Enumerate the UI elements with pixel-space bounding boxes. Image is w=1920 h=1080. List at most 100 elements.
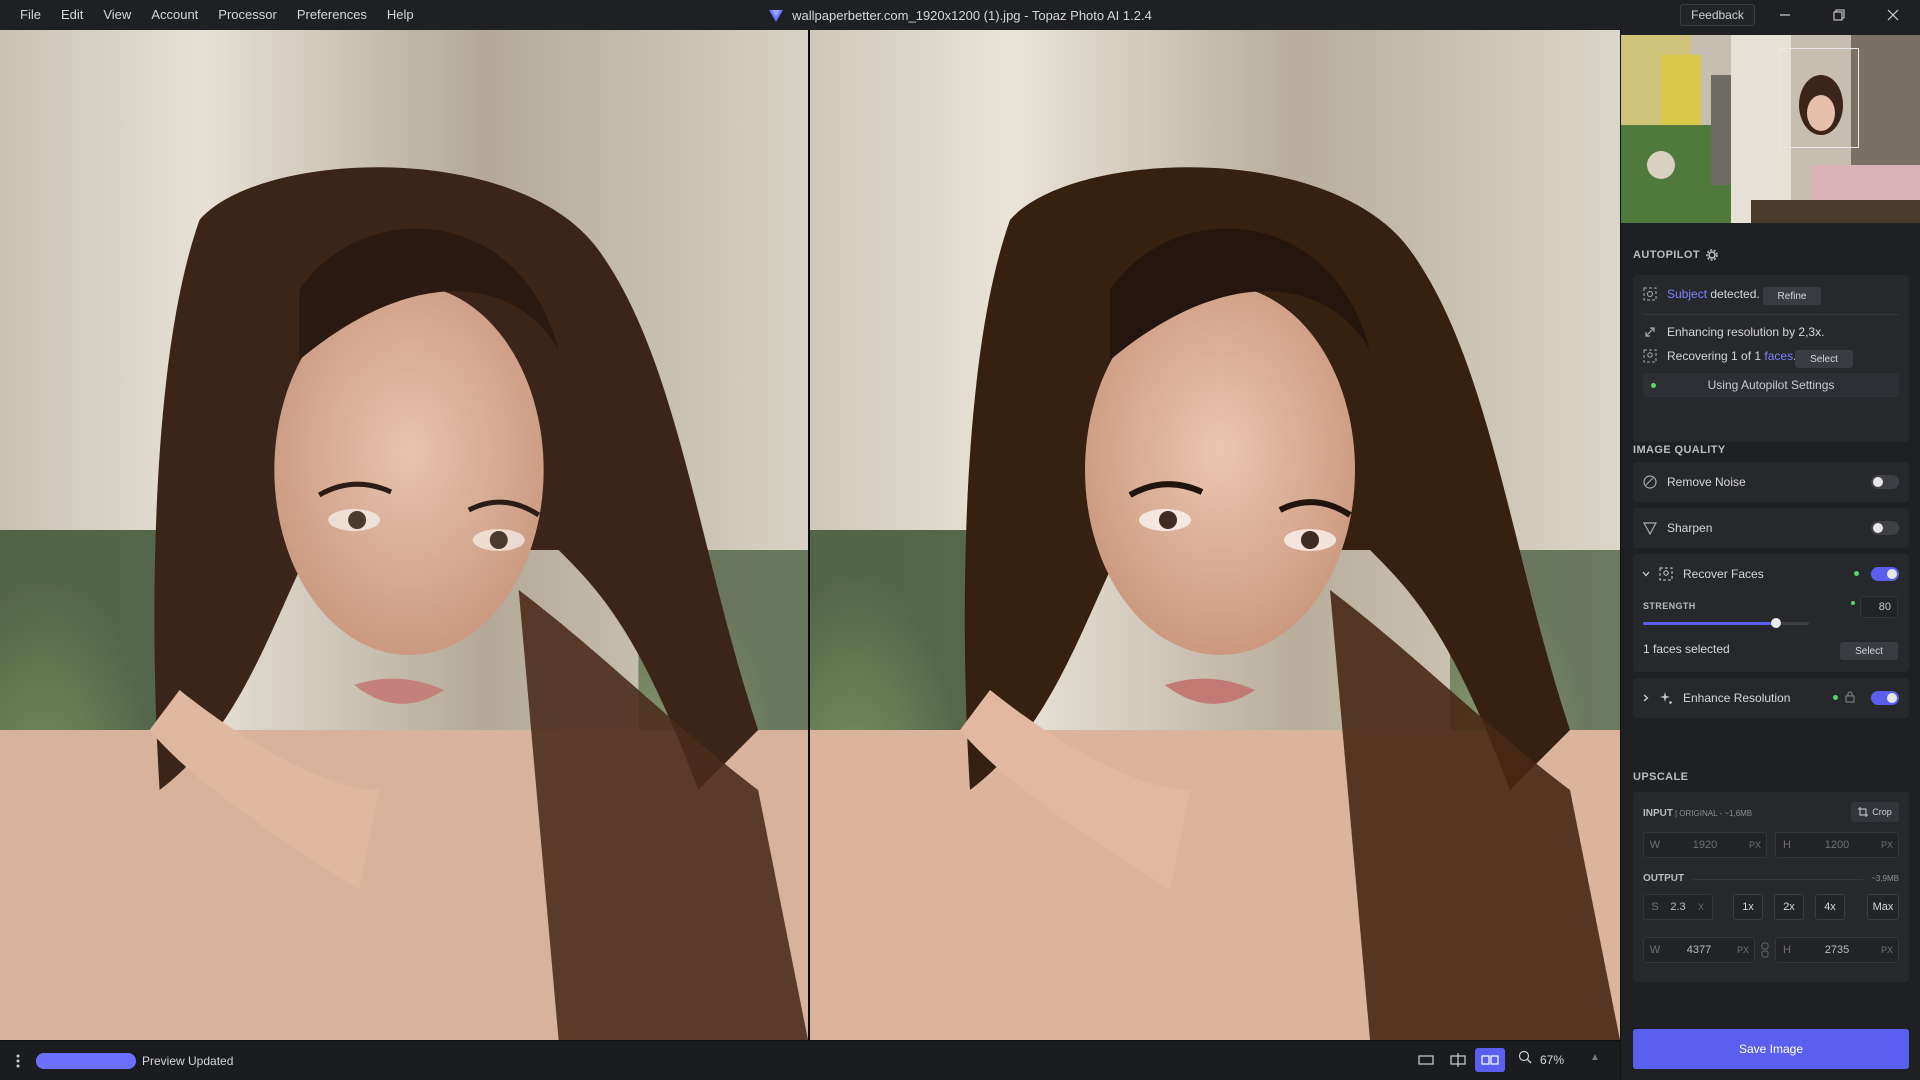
strength-slider-track[interactable] <box>1643 618 1809 628</box>
menu-preferences[interactable]: Preferences <box>287 0 377 30</box>
autopilot-title: AUTOPILOT <box>1633 249 1700 261</box>
strength-value-input[interactable]: 80 <box>1860 596 1898 618</box>
navigator-thumbnail[interactable] <box>1621 35 1920 223</box>
sharpen-toggle[interactable] <box>1871 521 1899 535</box>
subject-icon <box>1643 287 1657 301</box>
recover-faces-toggle[interactable] <box>1871 567 1899 581</box>
enhance-resolution-card[interactable]: Enhance Resolution <box>1633 678 1909 718</box>
faces-selected-row: 1 faces selected <box>1643 640 1730 658</box>
recover-faces-card: Recover Faces STRENGTH 80 1 faces select… <box>1633 554 1909 672</box>
lock-icon[interactable] <box>1845 691 1855 706</box>
recovering-text: Recovering 1 of 1 <box>1667 349 1765 363</box>
zoom-icon[interactable] <box>1518 1050 1532 1067</box>
input-width-field: W 1920 PX <box>1643 832 1767 858</box>
output-width-field[interactable]: W 4377 PX <box>1643 937 1755 963</box>
remove-noise-row: Remove Noise <box>1643 473 1746 491</box>
settings-panel: AUTOPILOT Subject detected. Refine Enhan… <box>1620 30 1920 1080</box>
autopilot-settings-row[interactable]: Using Autopilot Settings <box>1643 373 1899 397</box>
portrait-image-enhanced <box>810 30 1620 1040</box>
output-width-value: 4377 <box>1686 944 1712 956</box>
sharpen-card[interactable]: Sharpen <box>1633 508 1909 548</box>
menu-edit[interactable]: Edit <box>51 0 93 30</box>
single-view-icon[interactable] <box>1411 1048 1441 1072</box>
sharpen-icon <box>1643 521 1657 535</box>
compare-view[interactable] <box>0 30 1620 1040</box>
scale-max-button[interactable]: Max <box>1867 894 1899 920</box>
scale-label: S <box>1651 901 1659 913</box>
output-label: OUTPUT <box>1643 873 1685 884</box>
status-text: Preview Updated <box>142 1053 234 1068</box>
px-unit: PX <box>1736 945 1749 955</box>
remove-noise-card[interactable]: Remove Noise <box>1633 462 1909 502</box>
menu-bar: File Edit View Account Processor Prefere… <box>0 0 424 30</box>
restore-icon[interactable] <box>1812 0 1866 30</box>
output-height-value: 2735 <box>1824 944 1850 956</box>
px-unit: PX <box>1880 945 1893 955</box>
width-label: W <box>1649 944 1661 956</box>
menu-view[interactable]: View <box>93 0 141 30</box>
enhance-resolution-toggle[interactable] <box>1871 691 1899 705</box>
remove-noise-toggle[interactable] <box>1871 475 1899 489</box>
autopilot-header: AUTOPILOT <box>1633 249 1718 261</box>
gear-icon[interactable] <box>1706 249 1718 261</box>
autopilot-settings-label: Using Autopilot Settings <box>1707 378 1835 392</box>
recovering-row: Recovering 1 of 1 faces. <box>1643 347 1796 365</box>
menu-help[interactable]: Help <box>377 0 424 30</box>
save-image-button[interactable]: Save Image <box>1633 1029 1909 1069</box>
px-unit: PX <box>1880 840 1893 850</box>
height-label: H <box>1783 944 1791 956</box>
face-recovery-icon <box>1659 567 1673 581</box>
menu-account[interactable]: Account <box>141 0 208 30</box>
crop-label: Crop <box>1872 807 1892 817</box>
recover-faces-label: Recover Faces <box>1683 567 1764 581</box>
subject-link[interactable]: Subject <box>1667 287 1707 301</box>
strength-slider-fill <box>1643 622 1776 625</box>
enhanced-preview[interactable] <box>810 30 1620 1040</box>
scale-field[interactable]: S 2.3 X <box>1643 894 1713 920</box>
close-icon[interactable] <box>1866 0 1920 30</box>
crop-button[interactable]: Crop <box>1851 802 1899 822</box>
zoom-level[interactable]: 67% <box>1540 1053 1564 1067</box>
zoom-caret-icon[interactable]: ▲ <box>1590 1052 1600 1063</box>
strength-slider-handle[interactable] <box>1770 618 1781 628</box>
scale-4x-button[interactable]: 4x <box>1815 894 1845 920</box>
output-height-field[interactable]: H 2735 PX <box>1775 937 1899 963</box>
sparkle-icon <box>1659 691 1673 705</box>
active-dot <box>1854 571 1859 576</box>
sharpen-label: Sharpen <box>1667 521 1713 535</box>
output-size: ~3,9MB <box>1871 874 1899 883</box>
menu-processor[interactable]: Processor <box>208 0 287 30</box>
chevron-right-icon[interactable] <box>1641 693 1651 703</box>
navigator-viewport-box[interactable] <box>1779 48 1859 148</box>
menu-file[interactable]: File <box>10 0 51 30</box>
side-by-side-view-icon[interactable] <box>1475 1048 1505 1072</box>
faces-link[interactable]: faces <box>1764 349 1793 363</box>
px-unit: PX <box>1748 840 1761 850</box>
input-width-value: 1920 <box>1692 839 1718 851</box>
subject-detected-text: detected. <box>1707 287 1760 301</box>
link-aspect-icon[interactable] <box>1760 942 1770 961</box>
scale-1x-button[interactable]: 1x <box>1733 894 1763 920</box>
bottom-bar: Preview Updated <box>0 1040 1620 1080</box>
more-options-icon[interactable] <box>0 1041 36 1080</box>
enhancing-row: Enhancing resolution by 2,3x. <box>1643 323 1824 341</box>
feedback-button[interactable]: Feedback <box>1680 4 1755 26</box>
upscale-card: INPUT | ORIGINAL - ~1,6MB Crop W 1920 PX H… <box>1633 792 1909 982</box>
divider <box>1643 314 1899 315</box>
original-preview[interactable] <box>0 30 810 1040</box>
subject-row: Subject detected. <box>1643 285 1760 303</box>
scale-2x-button[interactable]: 2x <box>1774 894 1804 920</box>
height-label: H <box>1783 839 1791 851</box>
select-faces-button-2[interactable]: Select <box>1840 642 1898 660</box>
minimize-icon[interactable] <box>1758 0 1812 30</box>
remove-noise-label: Remove Noise <box>1667 475 1746 489</box>
enhance-resolution-row[interactable]: Enhance Resolution <box>1641 689 1790 707</box>
input-height-value: 1200 <box>1824 839 1850 851</box>
autopilot-card: Subject detected. Refine Enhancing resol… <box>1633 275 1909 442</box>
navigator-image <box>1621 35 1920 223</box>
refine-button[interactable]: Refine <box>1763 287 1821 305</box>
chevron-down-icon[interactable] <box>1641 569 1651 579</box>
split-view-icon[interactable] <box>1443 1048 1473 1072</box>
recover-faces-row[interactable]: Recover Faces <box>1641 565 1764 583</box>
select-faces-button[interactable]: Select <box>1795 350 1853 368</box>
